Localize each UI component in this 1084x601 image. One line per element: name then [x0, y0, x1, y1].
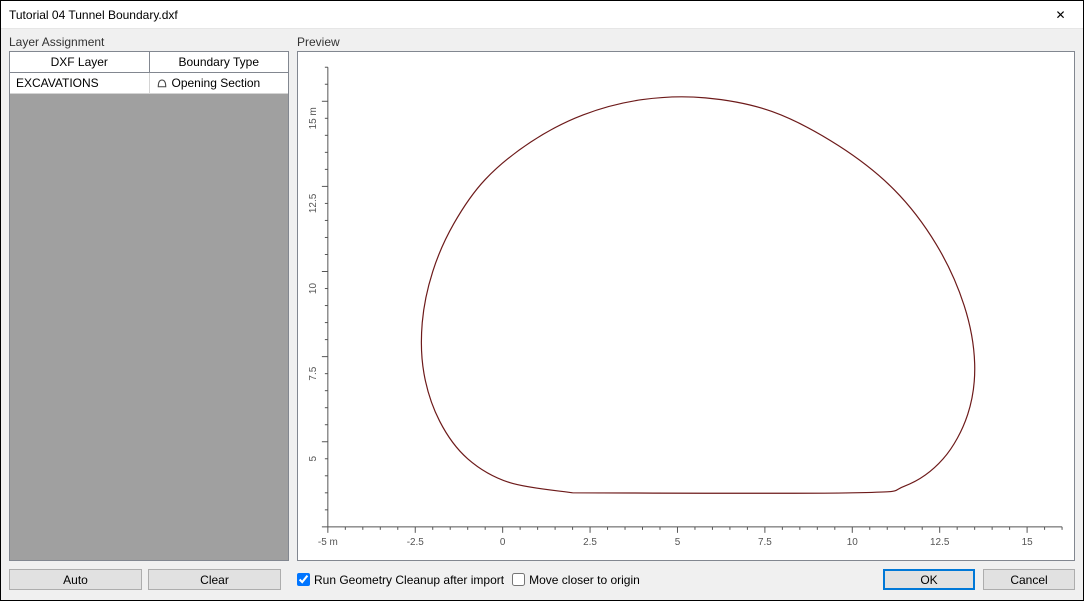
preview-label: Preview [297, 35, 1075, 49]
svg-text:0: 0 [500, 537, 506, 548]
close-icon: ✕ [1055, 8, 1065, 22]
preview-plot: -5 m -2.5 0 2.5 5 7.5 10 12.5 15 5 7.5 10 12.5 15 m [298, 52, 1074, 560]
window-title: Tutorial 04 Tunnel Boundary.dxf [1, 8, 1038, 22]
close-button[interactable]: ✕ [1038, 1, 1083, 28]
header-boundary-type: Boundary Type [150, 52, 289, 73]
svg-text:5: 5 [308, 456, 319, 462]
dialog-window: Tutorial 04 Tunnel Boundary.dxf ✕ Layer … [0, 0, 1084, 601]
svg-text:7.5: 7.5 [758, 537, 772, 548]
dialog-footer: Auto Clear Run Geometry Cleanup after im… [1, 561, 1083, 600]
opening-section-icon [156, 77, 168, 89]
cell-boundary-type[interactable]: Opening Section [150, 73, 289, 93]
preview-canvas[interactable]: -5 m -2.5 0 2.5 5 7.5 10 12.5 15 5 7.5 10 12.5 15 m [297, 51, 1075, 561]
auto-button[interactable]: Auto [9, 569, 142, 590]
clear-button[interactable]: Clear [148, 569, 281, 590]
left-actions: Auto Clear [9, 569, 289, 590]
svg-text:15 m: 15 m [308, 107, 319, 129]
svg-text:-5 m: -5 m [318, 537, 338, 548]
ok-button[interactable]: OK [883, 569, 975, 590]
titlebar: Tutorial 04 Tunnel Boundary.dxf ✕ [1, 1, 1083, 29]
cell-layer: EXCAVATIONS [10, 73, 150, 93]
move-origin-input[interactable] [512, 573, 525, 586]
move-origin-checkbox[interactable]: Move closer to origin [512, 573, 640, 587]
dialog-body: Layer Assignment DXF Layer Boundary Type… [1, 29, 1083, 561]
table-row[interactable]: EXCAVATIONSOpening Section [10, 73, 288, 94]
cancel-button[interactable]: Cancel [983, 569, 1075, 590]
run-cleanup-label: Run Geometry Cleanup after import [314, 573, 504, 587]
grid-header: DXF Layer Boundary Type [10, 52, 288, 73]
layer-assignment-label: Layer Assignment [9, 35, 289, 49]
run-cleanup-checkbox[interactable]: Run Geometry Cleanup after import [297, 573, 504, 587]
run-cleanup-input[interactable] [297, 573, 310, 586]
svg-text:15: 15 [1022, 537, 1034, 548]
move-origin-label: Move closer to origin [529, 573, 640, 587]
svg-text:-2.5: -2.5 [407, 537, 425, 548]
svg-text:12.5: 12.5 [308, 193, 319, 213]
preview-panel: Preview -5 m -2.5 0 2.5 5 7.5 10 12.5 15 5 7.5 10 12… [297, 35, 1075, 561]
svg-text:7.5: 7.5 [308, 366, 319, 380]
svg-text:10: 10 [308, 283, 319, 295]
layer-grid: DXF Layer Boundary Type EXCAVATIONSOpeni… [9, 51, 289, 561]
layer-assignment-panel: Layer Assignment DXF Layer Boundary Type… [9, 35, 289, 561]
svg-text:10: 10 [847, 537, 859, 548]
svg-text:5: 5 [675, 537, 681, 548]
svg-text:12.5: 12.5 [930, 537, 950, 548]
svg-text:2.5: 2.5 [583, 537, 597, 548]
header-dxf-layer: DXF Layer [10, 52, 150, 73]
